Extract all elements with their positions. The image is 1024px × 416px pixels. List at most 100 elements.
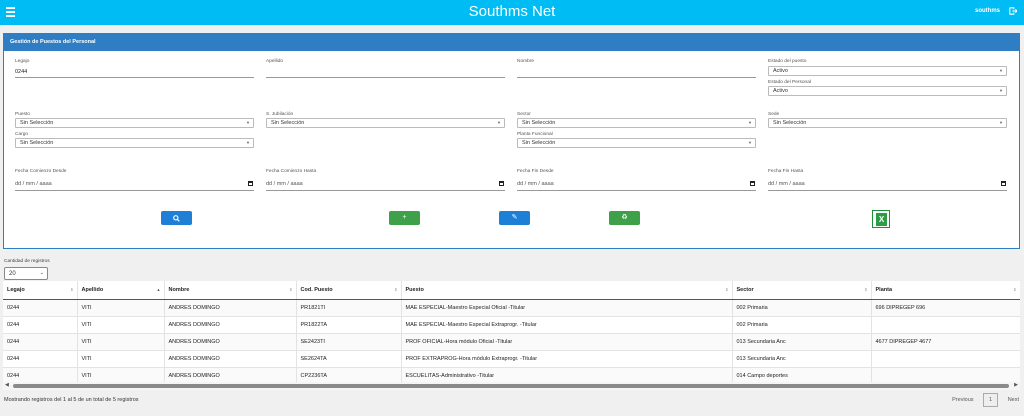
table-cell: 0244 [3, 316, 78, 334]
table-cell: MAE ESPECIAL-Maestro Especial Extraprogr… [401, 316, 733, 334]
jubilacion-label: S. Jubilación [266, 112, 294, 117]
table-cell: 002 Primaria [732, 316, 872, 334]
chevron-down-icon: ▼ [748, 120, 752, 125]
sort-icon: ▲ [156, 287, 161, 292]
estado-puesto-label: Estado del puesto [768, 59, 807, 64]
estado-personal-label: Estado del Personal [768, 80, 811, 85]
table-cell: 4677 DIPREGEP 4677 [871, 333, 1020, 351]
top-bar: Southms Net southms [0, 0, 1024, 25]
table-info: Mostrando registros del 1 al 5 de un tot… [4, 397, 139, 403]
table-cell: MAE ESPECIAL-Maestro Especial Oficial -T… [401, 299, 733, 317]
logout-icon[interactable] [1009, 7, 1017, 15]
column-header[interactable]: Cod. Puesto ⇕ [296, 281, 402, 300]
sede-select[interactable]: Sin Selección ▼ [768, 118, 1007, 128]
column-header[interactable]: Nombre ⇕ [164, 281, 297, 300]
chevron-down-icon: ⌄ [39, 270, 44, 276]
puesto-label: Puesto [15, 112, 30, 117]
sort-icon: ⇕ [394, 287, 398, 292]
legajo-input[interactable]: 0244 [15, 64, 254, 78]
previous-page-button[interactable]: Previous [952, 397, 973, 403]
recycle-button[interactable]: ♻ [609, 211, 640, 225]
chevron-down-icon: ▼ [999, 120, 1003, 125]
fecha-fin-hasta-field: Fecha Fin Hasta dd / mm / aaaa [768, 169, 1007, 191]
calendar-icon[interactable] [499, 181, 504, 186]
scroll-right-icon[interactable]: ▶ [1014, 382, 1018, 388]
estado-puesto-field: Estado del puesto Activo ▼ [768, 59, 1007, 76]
planta-select[interactable]: Sin Selección ▼ [517, 138, 756, 148]
nombre-input[interactable] [517, 64, 756, 78]
column-header[interactable]: Sector ⇕ [732, 281, 872, 300]
calendar-icon[interactable] [750, 181, 755, 186]
records-count-select[interactable]: 20 ⌄ [4, 267, 48, 280]
sort-icon: ⇕ [1013, 287, 1017, 292]
column-header[interactable]: Legajo ⇕ [3, 281, 78, 300]
jubilacion-field: S. Jubilación Sin Selección ▼ [266, 112, 505, 128]
table-cell: SE2423TI [296, 333, 402, 351]
table-row[interactable]: 0244 VITI ANDRES DOMINGO SE2423TI PROF OFICI… [3, 333, 1020, 351]
edit-button[interactable]: ✎ [499, 211, 530, 225]
user-name[interactable]: southms [975, 8, 1000, 14]
fecha-fin-desde-input[interactable]: dd / mm / aaaa [517, 177, 756, 191]
column-header[interactable]: Apellido ▲ [77, 281, 165, 300]
search-icon [173, 214, 180, 222]
table-cell: ANDRES DOMINGO [164, 299, 297, 317]
sector-select[interactable]: Sin Selección ▼ [517, 118, 756, 128]
sede-label: Sede [768, 112, 780, 117]
calendar-icon[interactable] [248, 181, 253, 186]
excel-export-button[interactable]: X [872, 210, 890, 228]
planta-label: Planta Funcional [517, 132, 553, 137]
sort-icon: ⇕ [289, 287, 293, 292]
chevron-down-icon: ▼ [246, 120, 250, 125]
legajo-field: Legajo 0244 [15, 59, 254, 78]
sort-icon: ⇕ [864, 287, 868, 292]
sort-icon: ⇕ [725, 287, 729, 292]
jubilacion-select[interactable]: Sin Selección ▼ [266, 118, 505, 128]
chevron-down-icon: ▼ [246, 140, 250, 145]
table-cell: SE2624TA [296, 350, 402, 368]
table-row[interactable]: 0244 VITI ANDRES DOMINGO PR1821TI MAE ESPECI… [3, 299, 1020, 317]
table-cell: VITI [77, 333, 165, 351]
table-row[interactable]: 0244 VITI ANDRES DOMINGO PR1822TA MAE ESPECI… [3, 316, 1020, 334]
calendar-icon[interactable] [1001, 181, 1006, 186]
estado-puesto-select[interactable]: Activo ▼ [768, 66, 1007, 76]
puesto-field: Puesto Sin Selección ▼ [15, 112, 254, 128]
fecha-fin-hasta-input[interactable]: dd / mm / aaaa [768, 177, 1007, 191]
fecha-comienzo-desde-field: Fecha Comienzo Desde dd / mm / aaaa [15, 169, 254, 191]
search-button[interactable] [161, 211, 192, 225]
cargo-label: Cargo [15, 132, 29, 137]
table-header-row: Legajo ⇕ Apellido ▲ Nombre ⇕ Cod. Puesto ⇕ Puest… [3, 281, 1020, 300]
fecha-comienzo-hasta-label: Fecha Comienzo Hasta [266, 169, 317, 174]
table-cell [871, 316, 1020, 334]
table-cell: ANDRES DOMINGO [164, 350, 297, 368]
column-header[interactable]: Planta ⇕ [871, 281, 1020, 300]
table-cell: 0244 [3, 333, 78, 351]
add-button[interactable]: + [389, 211, 420, 225]
scrollbar-thumb[interactable] [13, 384, 1009, 388]
table-cell: PR1822TA [296, 316, 402, 334]
column-header[interactable]: Puesto ⇕ [401, 281, 733, 300]
table-cell: PR1821TI [296, 299, 402, 317]
horizontal-scrollbar[interactable]: ◀ ▶ [3, 382, 1020, 390]
apellido-input[interactable] [266, 64, 505, 78]
fecha-comienzo-hasta-input[interactable]: dd / mm / aaaa [266, 177, 505, 191]
sector-field: Sector Sin Selección ▼ [517, 112, 756, 128]
cargo-select[interactable]: Sin Selección ▼ [15, 138, 254, 148]
fecha-comienzo-desde-input[interactable]: dd / mm / aaaa [15, 177, 254, 191]
chevron-down-icon: ▼ [748, 140, 752, 145]
fecha-fin-hasta-label: Fecha Fin Hasta [768, 169, 804, 174]
estado-personal-field: Estado del Personal Activo ▼ [768, 80, 1007, 96]
sector-label: Sector [517, 112, 531, 117]
table-row[interactable]: 0244 VITI ANDRES DOMINGO SE2624TA PROF EXTRA… [3, 350, 1020, 368]
estado-personal-select[interactable]: Activo ▼ [768, 86, 1007, 96]
table-cell: PROF EXTRAPROG-Hora módulo Extraprogr. -… [401, 350, 733, 368]
planta-field: Planta Funcional Sin Selección ▼ [517, 132, 756, 148]
table-cell: VITI [77, 350, 165, 368]
next-page-button[interactable]: Next [1008, 397, 1019, 403]
sort-icon: ⇕ [70, 287, 74, 292]
table-cell: 696 DIPREGEP 696 [871, 299, 1020, 317]
table-cell: VITI [77, 316, 165, 334]
fecha-comienzo-desde-label: Fecha Comienzo Desde [15, 169, 67, 174]
puesto-select[interactable]: Sin Selección ▼ [15, 118, 254, 128]
scroll-left-icon[interactable]: ◀ [5, 382, 9, 388]
current-page-button[interactable]: 1 [983, 393, 999, 407]
